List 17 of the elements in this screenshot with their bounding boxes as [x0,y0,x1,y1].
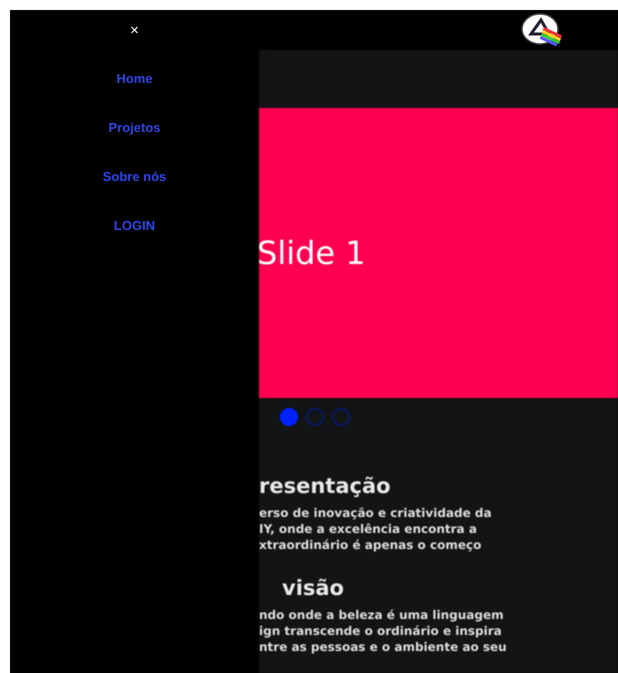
section-heading: resentação [259,473,392,499]
carousel-dot[interactable] [332,408,350,426]
paragraph-line: erso de inovação e criatividade da [259,505,493,521]
paragraph-line: ntre as pessoas e o ambiente ao seu [259,639,508,655]
carousel-dot[interactable] [280,408,298,426]
carousel-dot[interactable] [306,408,324,426]
nav-link[interactable]: Home [116,70,153,87]
paragraph-line: ndo onde a beleza é uma linguagem [259,607,505,623]
nav-link[interactable]: LOGIN [114,217,156,234]
paragraph-line: xtraordinário é apenas o começo [259,537,482,553]
paragraph-line: IY, onde a excelência encontra a [259,521,478,537]
close-button[interactable]: × [10,22,259,38]
section-heading: visão [282,575,345,601]
slide-title: Slide 1 [259,235,366,271]
nav-link[interactable]: Sobre nós [102,168,166,185]
nav-link[interactable]: Projetos [108,119,160,136]
paragraph-line: ign transcende o ordinário e inspira [259,623,503,639]
